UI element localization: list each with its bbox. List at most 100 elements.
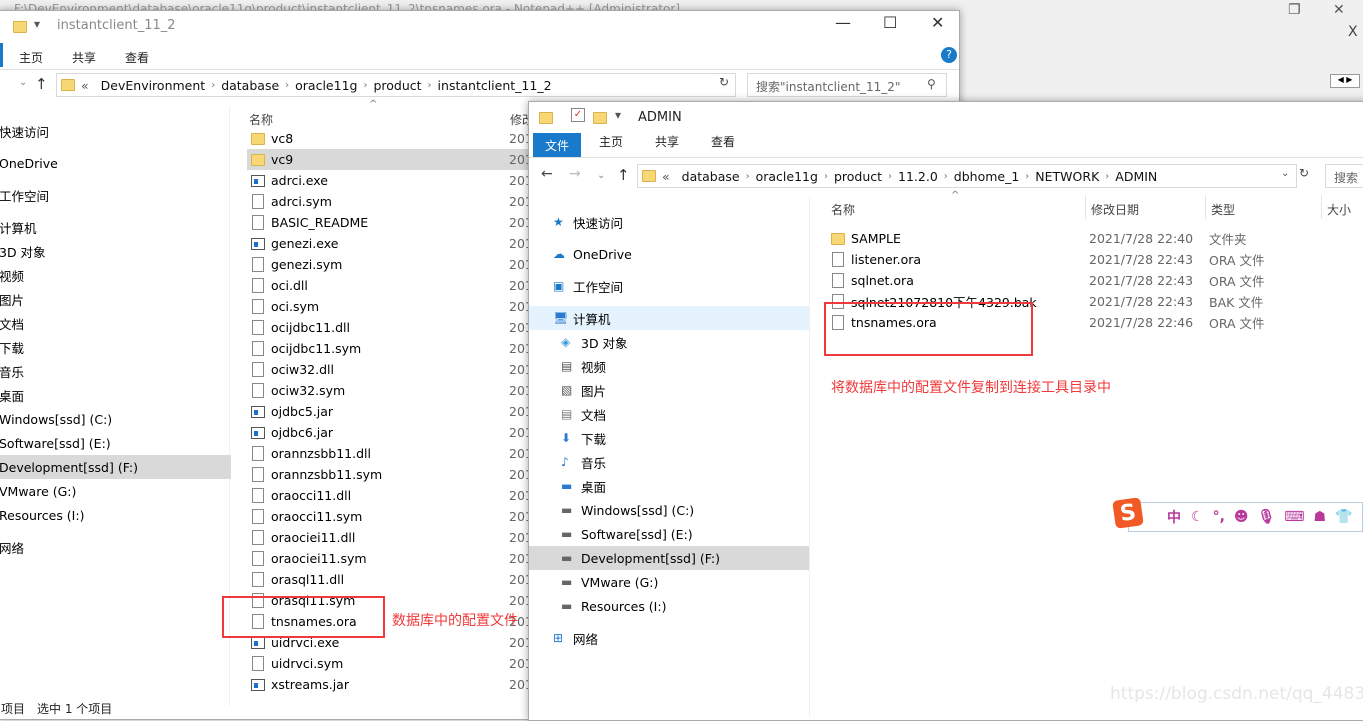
maximize-button[interactable]: ☐ [883,13,897,32]
chevron-right-icon[interactable]: › [285,80,289,91]
tab-3[interactable]: 查看 [711,133,735,150]
nav-item[interactable]: ▬VMware (G:) [529,570,809,594]
keyboard-icon[interactable]: ⌨ [1284,509,1304,525]
column-header-type[interactable]: 类型 [1211,201,1235,218]
tab-1[interactable]: 主页 [599,133,623,150]
file-tab-edge[interactable] [0,43,3,67]
restore-icon[interactable]: ❐ [1288,2,1301,18]
microphone-icon[interactable]: 🎙 [1258,509,1276,525]
tab-scroll-arrows[interactable]: ◀ ▶ [1330,74,1360,88]
tab-2[interactable]: 查看 [125,49,149,66]
address-bar[interactable]: « database›oracle11g›product›11.2.0›dbho… [637,164,1297,188]
breadcrumb-item[interactable]: database [221,78,279,93]
nav-item[interactable]: 桌面 [0,383,231,407]
breadcrumb-item[interactable]: product [834,169,882,184]
tab-1[interactable]: 共享 [72,49,96,66]
minimize-button[interactable]: — [835,13,851,32]
chevron-right-icon[interactable]: › [1025,171,1029,182]
chevron-right-icon[interactable]: › [944,171,948,182]
breadcrumb-item[interactable]: 11.2.0 [898,169,938,184]
nav-item[interactable]: ♪音乐 [529,450,809,474]
breadcrumb-item[interactable]: DevEnvironment [101,78,206,93]
recent-locations-icon[interactable]: ⌄ [597,170,605,181]
nav-item[interactable]: ▬Resources (I:) [529,594,809,618]
quick-access-dropdown[interactable]: ▾ [615,108,621,122]
nav-item[interactable]: 🖥计算机 [529,306,809,330]
nav-item[interactable]: Resources (I:) [0,503,231,527]
nav-item[interactable]: ◈3D 对象 [529,330,809,354]
nav-item[interactable]: 网络 [0,535,231,559]
column-header-size[interactable]: 大小 [1327,201,1351,218]
close-document-button[interactable]: X [1348,24,1358,40]
nav-item[interactable]: 计算机 [0,215,231,239]
breadcrumb-item[interactable]: oracle11g [295,78,357,93]
tab-0[interactable]: 文件 [533,133,581,158]
chevron-right-icon[interactable]: › [888,171,892,182]
nav-item[interactable]: ▤文档 [529,402,809,426]
chevron-right-icon[interactable]: › [211,80,215,91]
refresh-icon[interactable]: ↻ [1299,166,1309,180]
nav-item[interactable]: Software[ssd] (E:) [0,431,231,455]
address-dropdown-icon[interactable]: ⌄ [1281,168,1289,179]
close-icon[interactable]: ✕ [1333,2,1345,18]
nav-item[interactable]: ▣工作空间 [529,274,809,298]
nav-item[interactable]: ⊞网络 [529,626,809,650]
file-row[interactable]: sqlnet.ora2021/7/28 22:43ORA 文件 [827,270,1363,291]
recent-locations-icon[interactable]: ⌄ [19,77,27,88]
nav-item[interactable]: ☁OneDrive [529,242,809,266]
column-header-name[interactable]: 名称 [831,201,855,218]
up-arrow-icon[interactable]: ↑ [35,75,48,93]
punctuation-icon[interactable]: °, [1213,509,1225,525]
column-header-date[interactable]: 修改日期 [1091,201,1139,218]
nav-item[interactable]: ▬Windows[ssd] (C:) [529,498,809,522]
nav-item[interactable]: 视频 [0,263,231,287]
tab-0[interactable]: 主页 [19,49,43,66]
properties-icon[interactable]: ✓ [571,108,585,122]
search-input[interactable]: 搜索"instantclient_11_2" [747,73,947,97]
skin-icon[interactable]: 👕 [1335,509,1352,525]
nav-item[interactable]: ▤视频 [529,354,809,378]
nav-item[interactable]: ★快速访问 [529,210,809,234]
refresh-icon[interactable]: ↻ [719,75,729,89]
address-bar[interactable]: « DevEnvironment › database › oracle11g › prod… [56,73,736,97]
nav-item[interactable]: 文档 [0,311,231,335]
moon-icon[interactable]: ☾ [1191,509,1204,525]
quick-access-dropdown[interactable]: ▾ [34,17,40,31]
emoji-icon[interactable]: ☻ [1234,509,1249,525]
nav-item[interactable]: 音乐 [0,359,231,383]
file-row[interactable]: SAMPLE2021/7/28 22:40文件夹 [827,228,1363,249]
nav-item[interactable]: ⬇下载 [529,426,809,450]
tab-2[interactable]: 共享 [655,133,679,150]
chevron-right-icon[interactable]: › [746,171,750,182]
nav-item[interactable]: ▬Software[ssd] (E:) [529,522,809,546]
chevron-right-icon[interactable]: › [1105,171,1109,182]
help-icon[interactable]: ? [941,47,957,63]
sogou-logo-icon[interactable]: S [1112,497,1144,529]
file-row[interactable]: listener.ora2021/7/28 22:43ORA 文件 [827,249,1363,270]
breadcrumb-item[interactable]: database [682,169,740,184]
chevron-right-icon[interactable]: › [824,171,828,182]
breadcrumb-item[interactable]: instantclient_11_2 [438,78,552,93]
nav-item[interactable]: ▬Development[ssd] (F:) [529,546,809,570]
ime-mode-button[interactable]: 中 [1167,507,1181,527]
nav-item[interactable]: 工作空间 [0,183,231,207]
column-header-name[interactable]: 名称 [249,111,273,128]
forward-arrow-icon[interactable]: → [569,166,581,182]
breadcrumb-item[interactable]: ADMIN [1115,169,1157,184]
nav-item[interactable]: 下载 [0,335,231,359]
nav-item[interactable]: VMware (G:) [0,479,231,503]
nav-item[interactable]: Development[ssd] (F:) [0,455,231,479]
chevron-right-icon[interactable]: › [428,80,432,91]
breadcrumb-item[interactable]: NETWORK [1035,169,1099,184]
overflow-icon[interactable]: « [81,78,89,93]
breadcrumb-item[interactable]: product [373,78,421,93]
nav-item[interactable]: 3D 对象 [0,239,231,263]
nav-item[interactable]: ▧图片 [529,378,809,402]
breadcrumb-item[interactable]: oracle11g [756,169,818,184]
back-arrow-icon[interactable]: ← [541,166,553,182]
up-arrow-icon[interactable]: ↑ [617,166,630,184]
nav-item[interactable]: Windows[ssd] (C:) [0,407,231,431]
nav-item[interactable]: 快速访问 [0,119,231,143]
close-button[interactable]: ✕ [931,13,944,32]
user-icon[interactable]: ☗ [1314,509,1327,525]
